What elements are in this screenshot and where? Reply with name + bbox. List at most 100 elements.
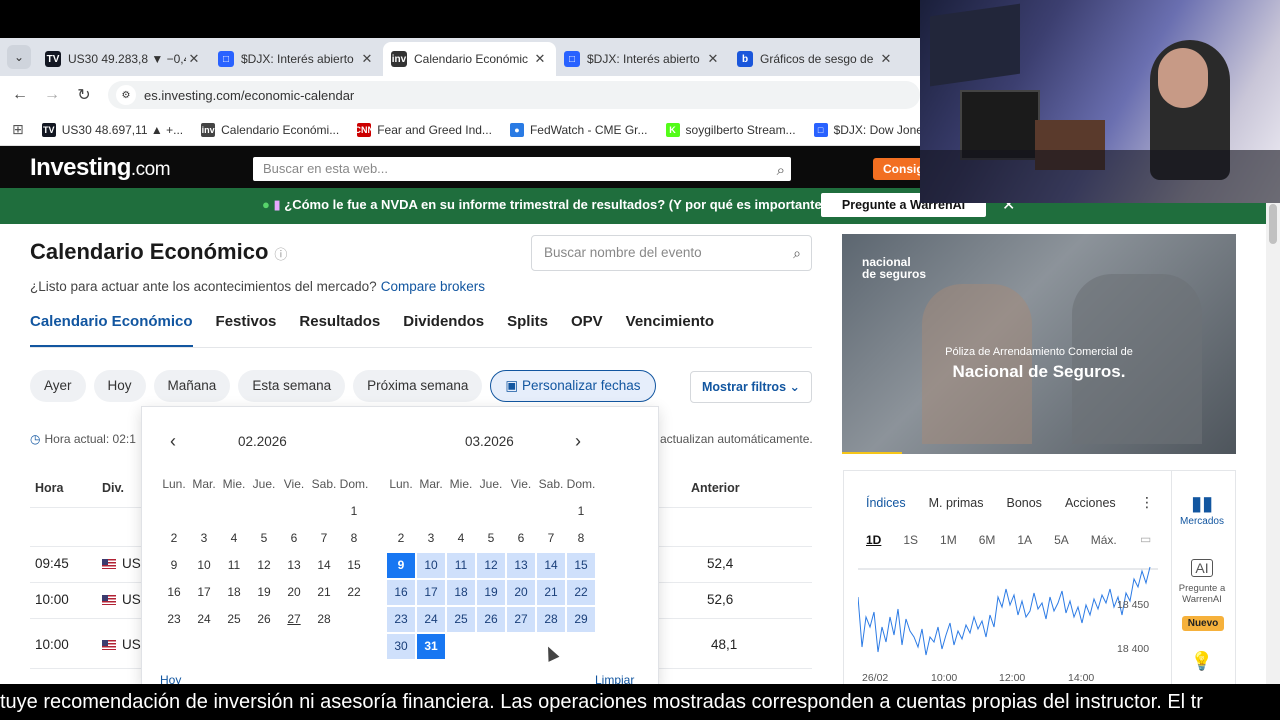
day-cell[interactable]: 12 [477, 553, 505, 578]
investing-logo[interactable]: Investing.com [30, 154, 171, 182]
day-cell[interactable]: 9 [387, 553, 415, 578]
day-cell[interactable]: 31 [417, 634, 445, 659]
day-cell[interactable]: 1 [339, 498, 369, 525]
range-option[interactable]: Máx. [1091, 533, 1117, 547]
close-icon[interactable]: ✕ [878, 51, 894, 67]
day-cell[interactable]: 13 [279, 552, 309, 579]
browser-tab[interactable]: □ $DJX: Interés abierto ✕ [210, 42, 383, 76]
range-option[interactable]: 1M [940, 533, 957, 547]
day-cell[interactable]: 30 [387, 634, 415, 659]
search-icon[interactable]: ⌕ [777, 159, 785, 183]
chevron-right-icon[interactable]: › [575, 431, 581, 452]
site-info-icon[interactable]: ⚙ [116, 85, 136, 105]
day-cell[interactable]: 28 [309, 606, 339, 633]
search-icon[interactable]: ⌕ [793, 236, 801, 270]
markets-tab[interactable]: Índices [866, 496, 906, 510]
chevron-left-icon[interactable]: ‹ [170, 431, 176, 452]
day-cell[interactable]: 4 [446, 525, 476, 552]
expand-icon[interactable]: ▭ [1140, 532, 1151, 546]
day-cell[interactable]: 21 [537, 580, 565, 605]
date-chip[interactable]: Hoy [93, 370, 146, 402]
day-cell[interactable]: 16 [159, 579, 189, 606]
event-search-input[interactable]: Buscar nombre del evento ⌕ [531, 235, 812, 271]
day-cell[interactable]: 20 [279, 579, 309, 606]
day-cell[interactable]: 24 [417, 607, 445, 632]
day-cell[interactable]: 7 [536, 525, 566, 552]
day-cell[interactable]: 26 [249, 606, 279, 633]
tab-4[interactable]: Splits [507, 313, 548, 347]
day-cell[interactable]: 10 [417, 553, 445, 578]
apps-grid-icon[interactable]: ⊞ [12, 121, 24, 138]
date-chip[interactable]: Mañana [153, 370, 231, 402]
day-cell[interactable]: 1 [566, 498, 596, 525]
more-options-icon[interactable]: ⋮ [1140, 494, 1154, 511]
day-cell[interactable]: 22 [567, 580, 595, 605]
info-icon[interactable]: ⓘ [274, 247, 287, 262]
close-icon[interactable]: ✕ [186, 51, 202, 67]
site-search-input[interactable]: Buscar en esta web... ⌕ [253, 157, 791, 181]
tab-1[interactable]: Festivos [216, 313, 277, 347]
day-cell[interactable]: 20 [507, 580, 535, 605]
page-scrollbar[interactable] [1266, 200, 1280, 684]
tab-0[interactable]: Calendario Económico [30, 313, 193, 347]
browser-tab[interactable]: TV US30 49.283,8 ▼ −0,4 ✕ [37, 42, 210, 76]
day-cell[interactable]: 5 [476, 525, 506, 552]
day-cell[interactable]: 3 [416, 525, 446, 552]
day-cell[interactable]: 14 [309, 552, 339, 579]
show-filters-button[interactable]: Mostrar filtros ⌄ [690, 371, 812, 403]
day-cell[interactable]: 11 [447, 553, 475, 578]
range-option[interactable]: 1S [903, 533, 918, 547]
bookmark-item[interactable]: inv Calendario Económi... [201, 122, 339, 137]
day-cell[interactable]: 6 [506, 525, 536, 552]
markets-tab[interactable]: Bonos [1006, 496, 1041, 510]
close-icon[interactable]: ✕ [359, 51, 375, 67]
day-cell[interactable]: 9 [159, 552, 189, 579]
browser-tab[interactable]: inv Calendario Económic ✕ [383, 42, 556, 76]
day-cell[interactable]: 10 [189, 552, 219, 579]
bookmark-item[interactable]: ● FedWatch - CME Gr... [509, 122, 648, 137]
day-cell[interactable]: 19 [249, 579, 279, 606]
tab-6[interactable]: Vencimiento [626, 313, 714, 347]
day-cell[interactable]: 11 [219, 552, 249, 579]
day-cell[interactable]: 3 [189, 525, 219, 552]
bookmark-item[interactable]: Ksoygilberto Stream... [665, 122, 796, 137]
date-chip[interactable]: Ayer [30, 370, 86, 402]
day-cell[interactable]: 23 [387, 607, 415, 632]
day-cell[interactable]: 17 [189, 579, 219, 606]
tab-5[interactable]: OPV [571, 313, 603, 347]
day-cell[interactable]: 13 [507, 553, 535, 578]
range-option[interactable]: 5A [1054, 533, 1069, 547]
day-cell[interactable]: 23 [159, 606, 189, 633]
day-cell[interactable]: 4 [219, 525, 249, 552]
day-cell[interactable]: 18 [447, 580, 475, 605]
range-option[interactable]: 1A [1017, 533, 1032, 547]
day-cell[interactable]: 27 [507, 607, 535, 632]
day-cell[interactable]: 8 [339, 525, 369, 552]
date-chip[interactable]: Próxima semana [353, 370, 483, 402]
day-cell[interactable]: 25 [219, 606, 249, 633]
markets-tab[interactable]: M. primas [929, 496, 984, 510]
sidebar-item-warrenai[interactable]: AI Pregunte a WarrenAI [1177, 559, 1227, 605]
day-cell[interactable]: 12 [249, 552, 279, 579]
day-cell[interactable]: 19 [477, 580, 505, 605]
bookmark-item[interactable]: CNN Fear and Greed Ind... [354, 122, 492, 137]
back-icon[interactable]: ← [4, 86, 36, 104]
compare-brokers-link[interactable]: Compare brokers [381, 279, 485, 294]
day-cell[interactable]: 21 [309, 579, 339, 606]
markets-tab[interactable]: Acciones [1065, 496, 1116, 510]
date-chip[interactable]: Esta semana [238, 370, 346, 402]
custom-dates-button[interactable]: ▣ Personalizar fechas [490, 370, 656, 402]
day-cell[interactable]: 28 [537, 607, 565, 632]
day-cell[interactable]: 15 [339, 552, 369, 579]
day-cell[interactable]: 2 [386, 525, 416, 552]
day-cell[interactable]: 17 [417, 580, 445, 605]
forward-icon[interactable]: → [36, 86, 68, 104]
day-cell[interactable]: 15 [567, 553, 595, 578]
day-cell[interactable]: 2 [159, 525, 189, 552]
range-option[interactable]: 6M [979, 533, 996, 547]
browser-tab[interactable]: □ $DJX: Interés abierto ✕ [556, 42, 729, 76]
bookmark-item[interactable]: TV US30 48.697,11 ▲ +... [41, 122, 183, 137]
range-option[interactable]: 1D [866, 533, 881, 547]
day-cell[interactable]: 25 [447, 607, 475, 632]
day-cell[interactable]: 8 [566, 525, 596, 552]
